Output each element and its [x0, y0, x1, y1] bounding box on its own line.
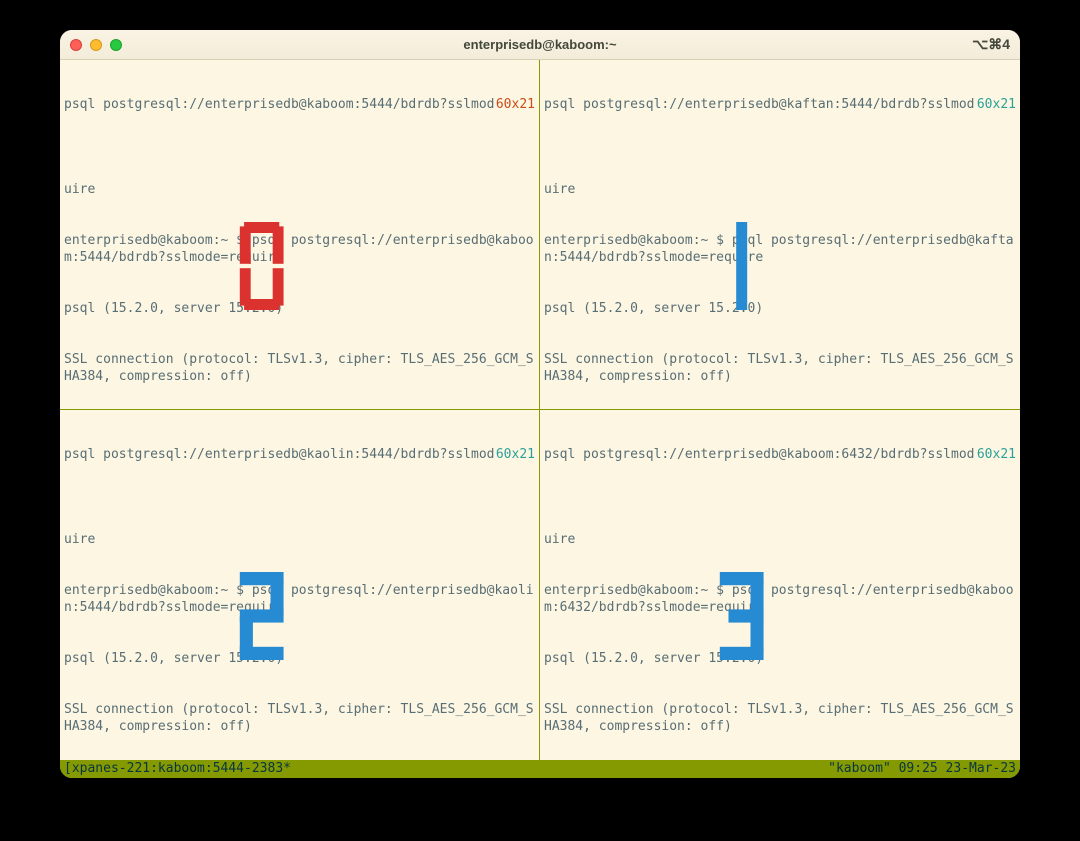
titlebar: enterprisedb@kaboom:~ ⌥⌘4 [60, 30, 1020, 60]
pane-number-icon [239, 538, 302, 694]
pane-dims: 60x21 [977, 446, 1016, 463]
minimize-icon[interactable] [90, 39, 102, 51]
traffic-lights [70, 39, 122, 51]
window-title: enterprisedb@kaboom:~ [463, 37, 616, 52]
pane-header-cmd: psql postgresql://enterprisedb@kaftan:54… [544, 96, 977, 113]
ssl-line: SSL connection (protocol: TLSv1.3, ciphe… [544, 701, 1016, 735]
ssl-line: SSL connection (protocol: TLSv1.3, ciphe… [64, 701, 535, 735]
close-icon[interactable] [70, 39, 82, 51]
terminal-window: enterprisedb@kaboom:~ ⌥⌘4 psql postgresq… [60, 30, 1020, 778]
pane-2[interactable]: psql postgresql://enterprisedb@kaolin:54… [60, 410, 540, 760]
pane-3[interactable]: psql postgresql://enterprisedb@kaboom:64… [540, 410, 1020, 760]
status-right: "kaboom" 09:25 23-Mar-23 [828, 760, 1016, 778]
pane-1[interactable]: psql postgresql://enterprisedb@kaftan:54… [540, 60, 1020, 410]
pane-header-cmd: psql postgresql://enterprisedb@kaolin:54… [64, 446, 496, 463]
pane-number-icon [720, 538, 783, 694]
pane-dims: 60x21 [977, 96, 1016, 113]
pane-header: psql postgresql://enterprisedb@kaolin:54… [64, 446, 535, 463]
pane-header-cmd: psql postgresql://enterprisedb@kaboom:64… [544, 446, 977, 463]
pane-0[interactable]: psql postgresql://enterprisedb@kaboom:54… [60, 60, 540, 410]
tmux-statusbar: [xpanes-221:kaboom:5444-2383* "kaboom" 0… [60, 760, 1020, 778]
shortcut-label: ⌥⌘4 [972, 36, 1010, 53]
tmux-grid: psql postgresql://enterprisedb@kaboom:54… [60, 60, 1020, 760]
ssl-line: SSL connection (protocol: TLSv1.3, ciphe… [64, 351, 535, 385]
pane-header: psql postgresql://enterprisedb@kaboom:64… [544, 446, 1016, 463]
pane-number-icon [239, 188, 302, 344]
pane-dims: 60x21 [496, 446, 535, 463]
pane-header-cmd: psql postgresql://enterprisedb@kaboom:54… [64, 96, 496, 113]
pane-number-icon [720, 188, 783, 344]
pane-header: psql postgresql://enterprisedb@kaboom:54… [64, 96, 535, 113]
pane-header: psql postgresql://enterprisedb@kaftan:54… [544, 96, 1016, 113]
status-left: [xpanes-221:kaboom:5444-2383* [64, 760, 291, 778]
zoom-icon[interactable] [110, 39, 122, 51]
pane-dims: 60x21 [496, 96, 535, 113]
ssl-line: SSL connection (protocol: TLSv1.3, ciphe… [544, 351, 1016, 385]
